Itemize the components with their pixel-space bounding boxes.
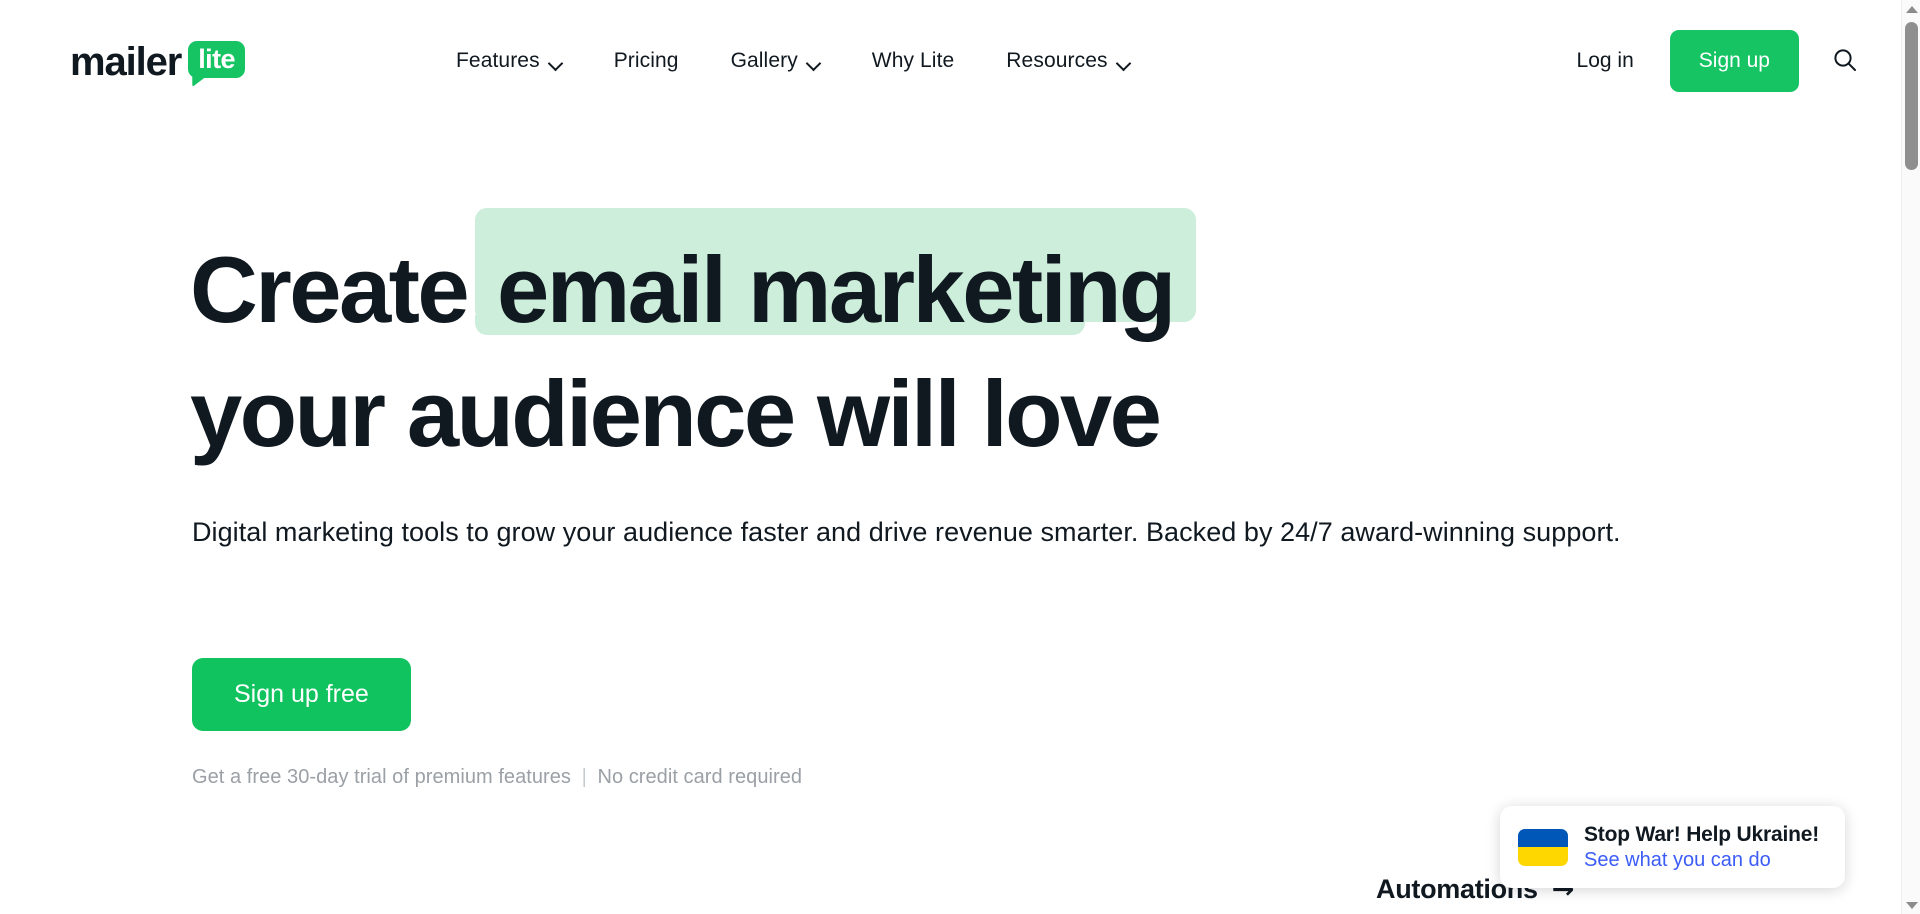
ukraine-flag-icon <box>1518 828 1568 866</box>
chevron-down-icon <box>549 58 562 66</box>
logo-badge-label: lite <box>198 44 235 74</box>
cta-note-nocard: No credit card required <box>597 766 803 788</box>
headline-highlight-text: email marketing <box>497 237 1176 342</box>
cta-note-separator: | <box>581 766 587 788</box>
scrollbar-thumb[interactable] <box>1905 22 1918 170</box>
page-viewport: mailer lite Features Pricing Gallery Why… <box>0 0 1901 914</box>
ukraine-banner-title: Stop War! Help Ukraine! <box>1584 822 1819 846</box>
flag-stripe-blue <box>1518 828 1568 847</box>
scroll-up-arrow-icon[interactable] <box>1902 0 1920 18</box>
nav-item-gallery[interactable]: Gallery <box>705 39 846 83</box>
scroll-down-arrow-icon[interactable] <box>1902 896 1920 914</box>
logo-wordmark: mailer <box>70 40 182 84</box>
cta-fine-print: Get a free 30-day trial of premium featu… <box>192 766 802 789</box>
nav-item-label: Gallery <box>730 49 798 72</box>
page-title: Create email marketing your audience will… <box>190 208 1450 474</box>
nav-item-label: Resources <box>1006 49 1108 72</box>
signup-button[interactable]: Sign up <box>1669 30 1799 92</box>
ukraine-banner-text: Stop War! Help Ukraine! See what you can… <box>1584 823 1819 872</box>
search-icon <box>1832 47 1858 76</box>
nav-item-pricing[interactable]: Pricing <box>588 39 705 83</box>
browser-page: mailer lite Features Pricing Gallery Why… <box>0 0 1920 914</box>
nav-item-why-lite[interactable]: Why Lite <box>846 39 981 83</box>
headline-line-2: your audience will love <box>190 361 1162 466</box>
scroll-down-arrow-glyph <box>1905 901 1918 909</box>
ukraine-banner-link[interactable]: See what you can do <box>1584 849 1819 872</box>
nav-item-label: Why Lite <box>871 49 955 72</box>
header-actions: Log in Sign up <box>1555 0 1865 122</box>
nav-item-resources[interactable]: Resources <box>980 39 1155 83</box>
login-link[interactable]: Log in <box>1555 39 1656 83</box>
logo-badge-bubble: lite <box>188 41 245 78</box>
headline-highlight: email marketing <box>475 208 1196 354</box>
flag-stripe-yellow <box>1518 847 1568 866</box>
nav-item-features[interactable]: Features <box>430 39 588 83</box>
hero-subcopy: Digital marketing tools to grow your aud… <box>192 517 1621 547</box>
headline-line-1: Create email marketing <box>190 208 1450 354</box>
signup-free-button[interactable]: Sign up free <box>192 658 411 731</box>
chevron-down-icon <box>807 58 820 66</box>
site-header: mailer lite Features Pricing Gallery Why… <box>0 0 1901 122</box>
chevron-down-icon <box>1117 58 1130 66</box>
nav-item-label: Features <box>456 49 540 72</box>
ukraine-support-banner[interactable]: Stop War! Help Ukraine! See what you can… <box>1500 806 1845 888</box>
scroll-up-arrow-glyph <box>1905 5 1918 13</box>
primary-navigation: Features Pricing Gallery Why Lite Resour… <box>430 0 1156 122</box>
headline-plain-text: Create <box>190 237 470 342</box>
search-button[interactable] <box>1825 41 1865 81</box>
nav-item-label: Pricing <box>613 49 679 72</box>
cta-note-trial: Get a free 30-day trial of premium featu… <box>192 766 571 788</box>
page-scrollbar[interactable] <box>1901 0 1920 914</box>
logo-mailerlite[interactable]: mailer lite <box>70 36 245 84</box>
